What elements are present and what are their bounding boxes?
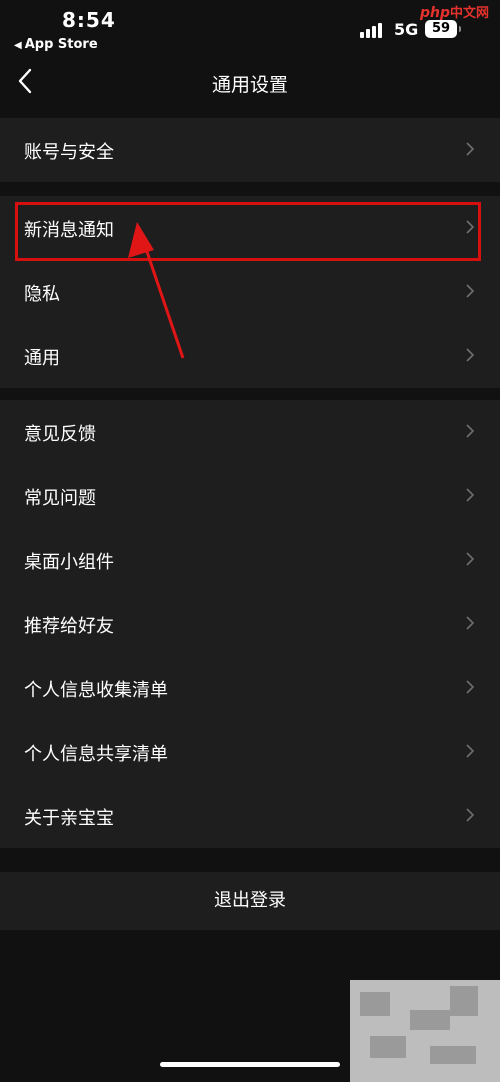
settings-row-account-security[interactable]: 账号与安全 — [0, 118, 500, 182]
settings-row-privacy[interactable]: 隐私 — [0, 260, 500, 324]
chevron-right-icon — [466, 284, 475, 298]
row-label: 个人信息收集清单 — [24, 680, 168, 701]
status-bar: 8:54 ◀ App Store 5G 59 php中文网 — [0, 0, 500, 58]
settings-row-feedback[interactable]: 意见反馈 — [0, 400, 500, 464]
chevron-right-icon — [466, 744, 475, 758]
home-indicator[interactable] — [160, 1062, 340, 1067]
watermark-brand: php — [420, 5, 451, 21]
settings-group-account: 账号与安全 — [0, 118, 500, 182]
chevron-right-icon — [466, 488, 475, 502]
chevron-right-icon — [466, 424, 475, 438]
logout-button[interactable]: 退出登录 — [0, 872, 500, 930]
settings-row-desktop-widget[interactable]: 桌面小组件 — [0, 528, 500, 592]
back-to-app-store[interactable]: ◀ App Store — [14, 37, 98, 52]
row-label: 隐私 — [24, 284, 60, 305]
back-triangle-icon: ◀ — [14, 40, 22, 51]
chevron-right-icon — [466, 348, 475, 362]
row-label: 常见问题 — [24, 488, 96, 509]
settings-row-general[interactable]: 通用 — [0, 324, 500, 388]
page-title: 通用设置 — [211, 74, 288, 96]
chevron-right-icon — [466, 616, 475, 630]
back-app-label: App Store — [24, 37, 98, 52]
settings-group-support: 意见反馈 常见问题 桌面小组件 推荐给好友 个人信息收集清单 个人信息共享清单 … — [0, 400, 500, 848]
row-label: 桌面小组件 — [24, 552, 114, 573]
settings-row-about[interactable]: 关于亲宝宝 — [0, 784, 500, 848]
network-type: 5G — [394, 20, 419, 39]
row-label: 个人信息共享清单 — [24, 744, 168, 765]
settings-row-recommend-friends[interactable]: 推荐给好友 — [0, 592, 500, 656]
row-label: 推荐给好友 — [24, 616, 114, 637]
cellular-signal-icon — [360, 20, 386, 38]
settings-row-faq[interactable]: 常见问题 — [0, 464, 500, 528]
settings-row-personal-info-sharing[interactable]: 个人信息共享清单 — [0, 720, 500, 784]
logout-label: 退出登录 — [214, 890, 286, 911]
navigation-bar: 通用设置 — [0, 58, 500, 106]
chevron-right-icon — [466, 808, 475, 822]
chevron-right-icon — [466, 680, 475, 694]
highlight-box — [15, 202, 481, 261]
settings-row-personal-info-collection[interactable]: 个人信息收集清单 — [0, 656, 500, 720]
watermark-logo: php中文网 — [420, 2, 489, 21]
row-label: 账号与安全 — [24, 142, 114, 163]
chevron-right-icon — [466, 552, 475, 566]
mosaic-patch — [350, 980, 500, 1082]
row-label: 通用 — [24, 348, 60, 369]
status-time: 8:54 — [62, 8, 116, 32]
row-label: 关于亲宝宝 — [24, 808, 114, 829]
watermark-site: 中文网 — [450, 6, 490, 21]
battery-icon: 59 — [425, 20, 457, 38]
row-label: 意见反馈 — [24, 424, 96, 445]
battery-tip — [459, 26, 461, 32]
chevron-right-icon — [466, 142, 475, 156]
